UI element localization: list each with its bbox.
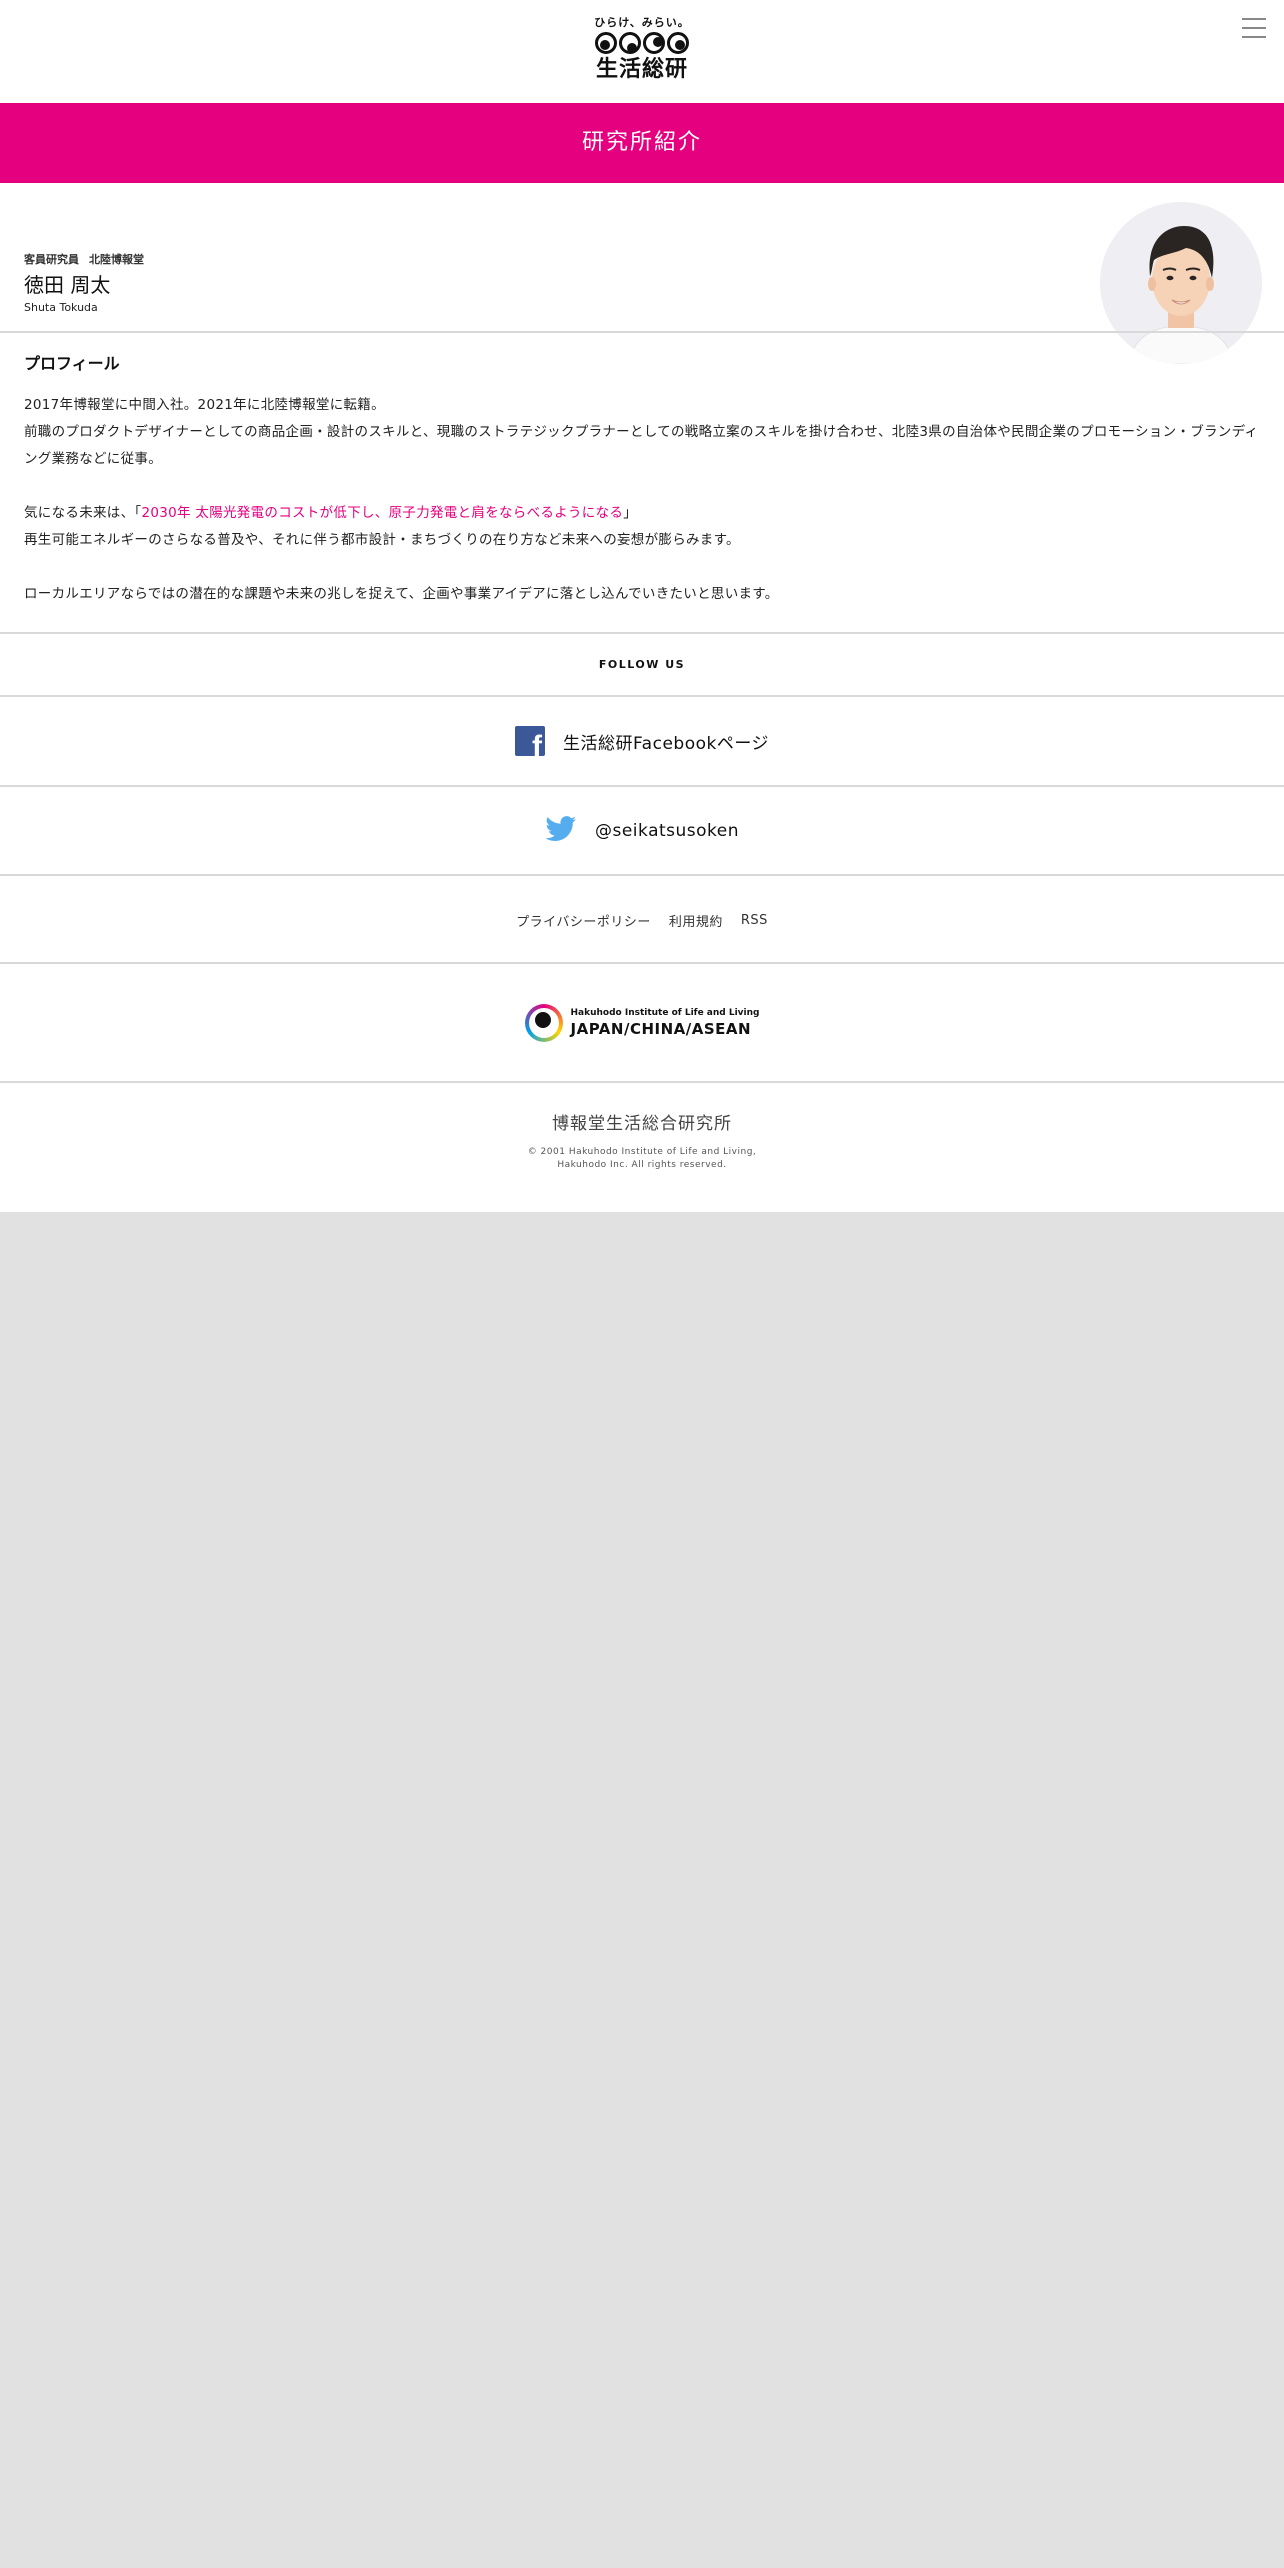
brand-logo[interactable]: Hakuhodo Institute of Life and Living JA…	[0, 964, 1284, 1082]
person-name: 徳田 周太	[24, 273, 111, 297]
facebook-icon: f	[514, 726, 545, 756]
footer-links: プライバシーポリシー 利用規約 RSS	[0, 876, 1284, 964]
organization-name: 博報堂生活総合研究所	[552, 1114, 732, 1134]
site-logo[interactable]: ひらけ、みらい。 生活総研	[592, 16, 692, 86]
profile-p2-prefix: 気になる未来は、「	[24, 505, 142, 521]
brand-eye-icon	[524, 1004, 563, 1042]
profile-section-title: プロフィール	[24, 354, 120, 373]
brand-text: Hakuhodo Institute of Life and Living JA…	[571, 1007, 760, 1039]
profile-paragraph-3: ローカルエリアならではの潜在的な課題や未来の兆しを捉えて、企画や事業アイデアに落…	[24, 581, 1260, 608]
copyright: © 2001 Hakuhodo Institute of Life and Li…	[0, 1146, 1284, 1172]
copyright-line1: © 2001 Hakuhodo Institute of Life and Li…	[527, 1147, 757, 1157]
profile-body: 2017年博報堂に中間入社。2021年に北陸博報堂に転籍。 前職のプロダクトデザ…	[24, 392, 1260, 635]
follow-us-label: FOLLOW US	[598, 658, 686, 671]
twitter-label: @seikatsusoken	[594, 821, 740, 841]
brand-sub: Hakuhodo Institute of Life and Living	[570, 1008, 760, 1018]
brand-main: JAPAN/CHINA/ASEAN	[570, 1020, 752, 1038]
profile-p3: ローカルエリアならではの潜在的な課題や未来の兆しを捉えて、企画や事業アイデアに落…	[24, 586, 779, 602]
profile-p2-line2: 再生可能エネルギーのさらなる普及や、それに伴う都市設計・まちづくりの在り方など未…	[24, 532, 740, 548]
footer-divider-brand	[0, 1081, 1284, 1083]
twitter-icon	[545, 816, 577, 846]
facebook-label: 生活総研Facebookページ	[562, 733, 770, 754]
rss-link[interactable]: RSS	[741, 913, 768, 928]
future-topic-link[interactable]: 2030年 太陽光発電のコストが低下し、原子力発電と肩をならべるようになる	[141, 505, 623, 521]
copyright-line2: Hakuhodo Inc. All rights reserved.	[557, 1160, 727, 1170]
logo-tagline: ひらけ、みらい。	[594, 16, 690, 29]
privacy-policy-link[interactable]: プライバシーポリシー	[516, 911, 651, 930]
hamburger-menu-icon[interactable]	[1242, 18, 1266, 40]
logo-name: 生活総研	[595, 57, 688, 82]
profile-header: 客員研究員 北陸博報堂 徳田 周太 Shuta Tokuda	[24, 252, 144, 316]
profile-p1-line2: 前職のプロダクトデザイナーとしての商品企画・設計のスキルと、現職のストラテジック…	[24, 424, 1259, 467]
department: 北陸博報堂	[89, 253, 144, 266]
page-content: ひらけ、みらい。 生活総研 研究所紹介 客員研究員 北陸博報堂 徳田 周太 Shu…	[0, 0, 1284, 1212]
page-title: 研究所紹介	[0, 103, 1284, 183]
person-name-roman: Shuta Tokuda	[24, 301, 98, 314]
site-header: ひらけ、みらい。 生活総研	[0, 0, 1284, 103]
position-title: 客員研究員	[24, 253, 79, 266]
profile-p1-line1: 2017年博報堂に中間入社。2021年に北陸博報堂に転籍。	[24, 397, 385, 413]
profile-paragraph-1: 2017年博報堂に中間入社。2021年に北陸博報堂に転籍。 前職のプロダクトデザ…	[24, 392, 1260, 473]
facebook-link[interactable]: f 生活総研Facebookページ	[0, 697, 1284, 785]
twitter-link[interactable]: @seikatsusoken	[0, 787, 1284, 875]
profile-paragraph-2: 気になる未来は、「2030年 太陽光発電のコストが低下し、原子力発電と肩をならべ…	[24, 500, 1260, 554]
terms-link[interactable]: 利用規約	[669, 911, 723, 930]
profile-p2-suffix: 」	[623, 505, 638, 521]
profile-divider	[0, 331, 1284, 333]
avatar	[1100, 202, 1262, 364]
logo-eyes-icon	[592, 32, 692, 56]
position-line: 客員研究員 北陸博報堂	[24, 252, 144, 268]
